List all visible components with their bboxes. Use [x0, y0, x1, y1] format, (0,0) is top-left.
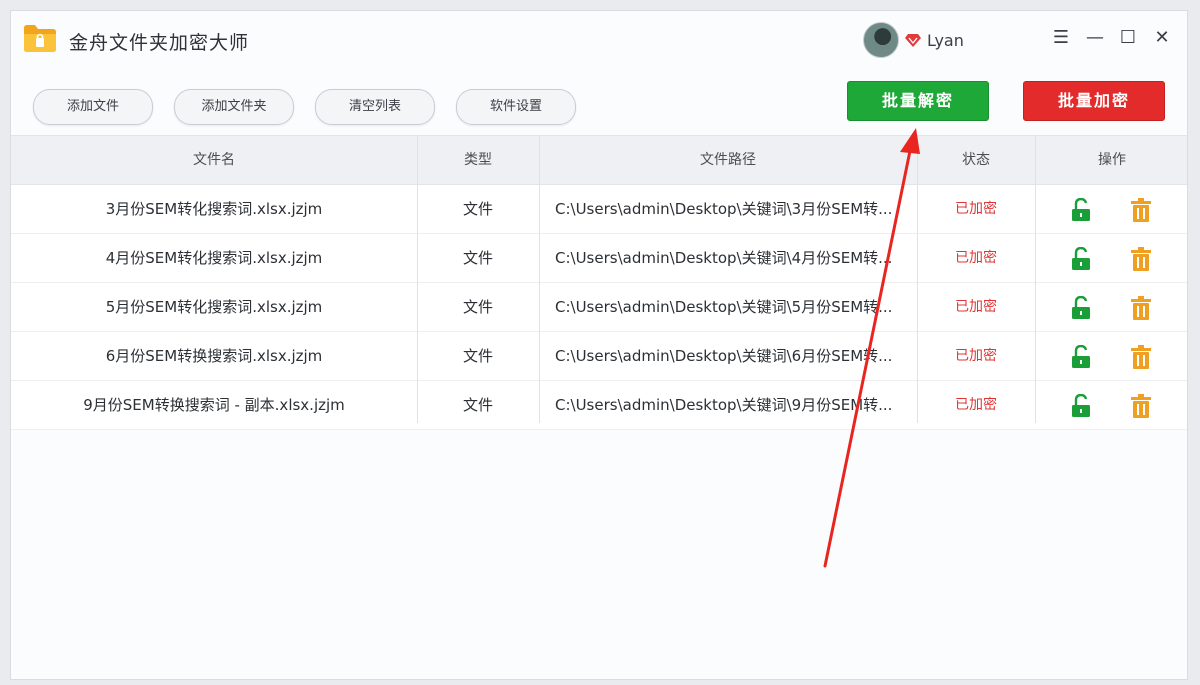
- delete-icon[interactable]: [1131, 296, 1151, 320]
- cell-ops: [1035, 283, 1187, 331]
- cell-file-name: 3月份SEM转化搜索词.xlsx.jzjm: [105, 200, 323, 218]
- clear-list-button[interactable]: 清空列表: [315, 89, 435, 125]
- toolbar: 添加文件 添加文件夹 清空列表 软件设置 批量解密 批量加密: [11, 69, 1187, 135]
- file-table: 文件名 类型 文件路径 状态 操作 3月份SEM转化搜索词.xlsx.jzjm …: [11, 135, 1187, 430]
- menu-icon[interactable]: ☰: [1051, 28, 1071, 48]
- cell-ops: [1035, 185, 1187, 233]
- delete-icon[interactable]: [1131, 394, 1151, 418]
- cell-ops: [1035, 332, 1187, 380]
- table-row[interactable]: 6月份SEM转换搜索词.xlsx.jzjm 文件 C:\Users\admin\…: [11, 332, 1187, 381]
- cell-type: 文件: [462, 298, 493, 316]
- status-badge: 已加密: [955, 299, 997, 315]
- table-row[interactable]: 5月份SEM转化搜索词.xlsx.jzjm 文件 C:\Users\admin\…: [11, 283, 1187, 332]
- table-row[interactable]: 4月份SEM转化搜索词.xlsx.jzjm 文件 C:\Users\admin\…: [11, 234, 1187, 283]
- cell-file-name: 5月份SEM转化搜索词.xlsx.jzjm: [105, 298, 323, 316]
- cell-file-name: 9月份SEM转换搜索词 - 副本.xlsx.jzjm: [83, 396, 345, 414]
- table-row[interactable]: 3月份SEM转化搜索词.xlsx.jzjm 文件 C:\Users\admin\…: [11, 185, 1187, 234]
- unlock-icon[interactable]: [1071, 394, 1091, 418]
- avatar[interactable]: [863, 22, 899, 58]
- status-badge: 已加密: [955, 250, 997, 266]
- delete-icon[interactable]: [1131, 247, 1151, 271]
- vip-diamond-icon: [905, 34, 921, 47]
- delete-icon[interactable]: [1131, 345, 1151, 369]
- table-body: 3月份SEM转化搜索词.xlsx.jzjm 文件 C:\Users\admin\…: [11, 185, 1187, 430]
- status-badge: 已加密: [955, 348, 997, 364]
- close-icon[interactable]: ✕: [1152, 28, 1172, 48]
- app-window: 金舟文件夹加密大师 Lyan ☰ — ☐ ✕ 添加文件 添加文件夹 清空列表 软…: [10, 10, 1188, 680]
- settings-button[interactable]: 软件设置: [456, 89, 576, 125]
- cell-file-name: 4月份SEM转化搜索词.xlsx.jzjm: [105, 249, 323, 267]
- cell-path: C:\Users\admin\Desktop\关键词\9月份SEM转...: [555, 396, 893, 414]
- delete-icon[interactable]: [1131, 198, 1151, 222]
- status-badge: 已加密: [955, 201, 997, 217]
- cell-file-name: 6月份SEM转换搜索词.xlsx.jzjm: [105, 347, 323, 365]
- header-status[interactable]: 状态: [917, 136, 1035, 184]
- cell-path: C:\Users\admin\Desktop\关键词\6月份SEM转...: [555, 347, 893, 365]
- cell-type: 文件: [462, 347, 493, 365]
- header-ops: 操作: [1098, 152, 1126, 168]
- app-title: 金舟文件夹加密大师: [69, 32, 250, 54]
- maximize-icon[interactable]: ☐: [1118, 28, 1138, 48]
- cell-type: 文件: [462, 200, 493, 218]
- cell-path: C:\Users\admin\Desktop\关键词\5月份SEM转...: [555, 298, 893, 316]
- batch-decrypt-button[interactable]: 批量解密: [847, 81, 989, 121]
- username[interactable]: Lyan: [927, 31, 964, 50]
- cell-path: C:\Users\admin\Desktop\关键词\3月份SEM转...: [555, 200, 893, 218]
- table-header: 文件名 类型 文件路径 状态 操作: [11, 135, 1187, 185]
- cell-path: C:\Users\admin\Desktop\关键词\4月份SEM转...: [555, 249, 893, 267]
- unlock-icon[interactable]: [1071, 198, 1091, 222]
- header-type[interactable]: 类型: [417, 136, 539, 184]
- folder-logo-icon: [24, 25, 56, 52]
- unlock-icon[interactable]: [1071, 345, 1091, 369]
- status-badge: 已加密: [955, 397, 997, 413]
- cell-type: 文件: [462, 396, 493, 414]
- add-file-button[interactable]: 添加文件: [33, 89, 153, 125]
- minimize-icon[interactable]: —: [1085, 28, 1105, 48]
- add-folder-button[interactable]: 添加文件夹: [174, 89, 294, 125]
- cell-type: 文件: [462, 249, 493, 267]
- column-divider: [917, 135, 918, 423]
- table-row[interactable]: 9月份SEM转换搜索词 - 副本.xlsx.jzjm 文件 C:\Users\a…: [11, 381, 1187, 430]
- header-path[interactable]: 文件路径: [539, 136, 917, 184]
- user-info[interactable]: Lyan: [863, 22, 964, 58]
- column-divider: [1035, 135, 1036, 423]
- cell-ops: [1035, 234, 1187, 282]
- unlock-icon[interactable]: [1071, 247, 1091, 271]
- header-name[interactable]: 文件名: [11, 136, 417, 184]
- column-divider: [539, 135, 540, 423]
- unlock-icon[interactable]: [1071, 296, 1091, 320]
- column-divider: [417, 135, 418, 423]
- batch-encrypt-button[interactable]: 批量加密: [1023, 81, 1165, 121]
- title-bar: 金舟文件夹加密大师 Lyan ☰ — ☐ ✕: [11, 11, 1187, 69]
- cell-ops: [1035, 381, 1187, 429]
